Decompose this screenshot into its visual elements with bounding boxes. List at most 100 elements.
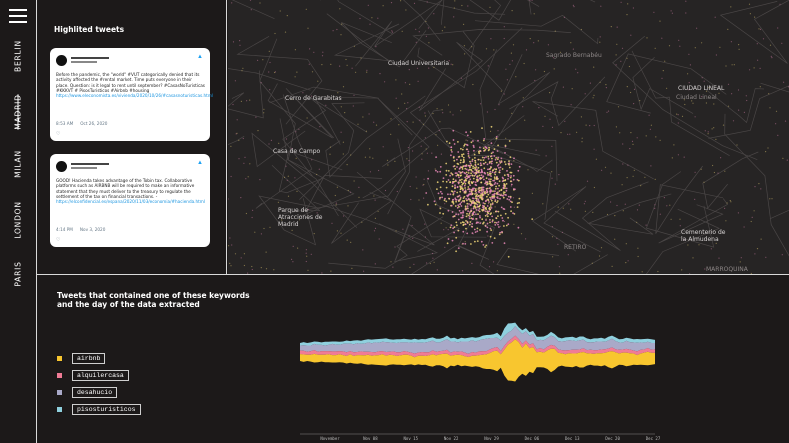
tweet-point: [505, 187, 508, 190]
heart-icon[interactable]: ♡: [56, 237, 60, 243]
tweet-density-map[interactable]: Ciudad Universitaria Cerro de Garabitas …: [228, 0, 789, 274]
tweet-point: [277, 201, 279, 203]
tweet-point: [412, 150, 414, 152]
legend-airbnb[interactable]: airbnb: [57, 353, 106, 364]
tweet-link[interactable]: https://elconfidencial.es/espana/2020/11…: [56, 199, 205, 204]
tweet-point: [503, 208, 506, 211]
tweet-timestamp: 4:14 PM Nov 3, 2020: [56, 227, 105, 232]
tweet-point: [268, 143, 270, 145]
tweet-point: [488, 210, 491, 213]
tweet-point: [466, 207, 469, 210]
panel-title: Highlited tweets: [54, 25, 125, 34]
road: [228, 92, 245, 107]
legend-alquilercasa[interactable]: alquilercasa: [57, 370, 129, 381]
tweet-point: [415, 28, 417, 30]
city-berlin[interactable]: BERLIN: [14, 40, 23, 72]
tweet-point: [445, 162, 448, 165]
tweet-point: [302, 92, 304, 94]
tweet-point: [311, 71, 314, 73]
tweet-point: [507, 195, 510, 198]
tweet-point: [673, 144, 675, 146]
tweet-point: [622, 143, 624, 145]
tweet-point: [439, 212, 441, 214]
tweet-point: [457, 204, 460, 207]
tweet-point: [424, 112, 426, 114]
tweet-point: [467, 172, 470, 174]
tweet-point: [501, 168, 504, 170]
tweet-link[interactable]: https://www.eleconomista.es/vivienda/202…: [56, 93, 213, 98]
tweet-point: [439, 121, 441, 123]
city-paris[interactable]: PARIS: [14, 261, 23, 286]
tweet-point: [631, 140, 634, 142]
tweet-point: [701, 42, 703, 44]
tweet-point: [484, 161, 487, 164]
tweet-card[interactable]: ▲ GOOD! Hacienda takes advantage of the …: [50, 154, 210, 247]
tweet-point: [238, 139, 240, 141]
tweet-point: [425, 35, 427, 37]
tweet-point: [434, 168, 436, 170]
tweet-point: [786, 159, 788, 161]
tweet-point: [493, 212, 495, 214]
tweet-point: [448, 142, 451, 145]
tweet-point: [568, 203, 570, 205]
tweet-text: Before the pandemic, the "world" #VUT ca…: [56, 72, 213, 98]
tweet-point: [467, 140, 469, 142]
tweet-point: [461, 214, 464, 217]
tweet-point: [511, 112, 513, 114]
tweet-point: [439, 170, 442, 173]
tweet-point: [329, 146, 331, 148]
tweet-point: [683, 156, 685, 158]
tweet-point: [466, 205, 469, 208]
tweet-point: [654, 47, 656, 49]
tweet-point: [460, 205, 463, 207]
legend-desahucio[interactable]: desahucio: [57, 387, 118, 398]
tweet-point: [577, 72, 579, 74]
city-madrid[interactable]: MADRID: [14, 94, 23, 129]
tweet-point: [387, 164, 389, 166]
tweet-point: [632, 7, 634, 9]
city-london[interactable]: LONDON: [14, 201, 23, 239]
tweet-point: [760, 188, 762, 190]
tweet-point: [524, 119, 526, 121]
tweet-point: [605, 84, 607, 86]
tweet-point: [507, 223, 510, 226]
road: [606, 53, 727, 114]
tweet-point: [466, 144, 469, 147]
tweet-point: [409, 266, 411, 268]
city-milan[interactable]: MILAN: [14, 150, 23, 178]
hamburger-icon[interactable]: [9, 9, 27, 24]
tweet-point: [468, 212, 471, 215]
tweet-point: [473, 197, 475, 200]
tweet-point: [601, 169, 603, 171]
streamgraph[interactable]: [295, 282, 660, 442]
tweet-card[interactable]: ▲ Before the pandemic, the "world" #VUT …: [50, 48, 213, 141]
tweet-point: [346, 64, 348, 66]
tweet-point: [454, 197, 457, 200]
tweet-point: [382, 5, 384, 7]
tweet-point: [537, 40, 539, 42]
tweet-point: [363, 270, 365, 272]
tweet-point: [527, 169, 529, 171]
tweet-point: [296, 71, 298, 73]
tweet-point: [470, 225, 473, 228]
tweet-point: [247, 176, 249, 178]
tweet-point: [595, 158, 597, 160]
tweet-point: [491, 196, 493, 199]
tweet-point: [473, 149, 475, 152]
tweet-point: [478, 205, 480, 208]
tweet-point: [505, 224, 508, 227]
tweet-point: [347, 189, 349, 192]
tweet-point: [263, 112, 265, 114]
heart-icon[interactable]: ♡: [56, 131, 60, 137]
tweet-point: [440, 222, 442, 224]
tweet-point: [450, 146, 453, 149]
tweet-point: [749, 13, 752, 15]
legend-swatch: [57, 356, 62, 361]
tweet-body: Before the pandemic, the "world" #VUT ca…: [56, 72, 205, 93]
road: [337, 0, 393, 35]
tweet-point: [694, 116, 696, 118]
legend-pisosturisticos[interactable]: pisosturisticos: [57, 404, 141, 415]
tweet-point: [510, 171, 513, 174]
tweet-point: [507, 178, 509, 180]
tweet-point: [504, 193, 506, 196]
